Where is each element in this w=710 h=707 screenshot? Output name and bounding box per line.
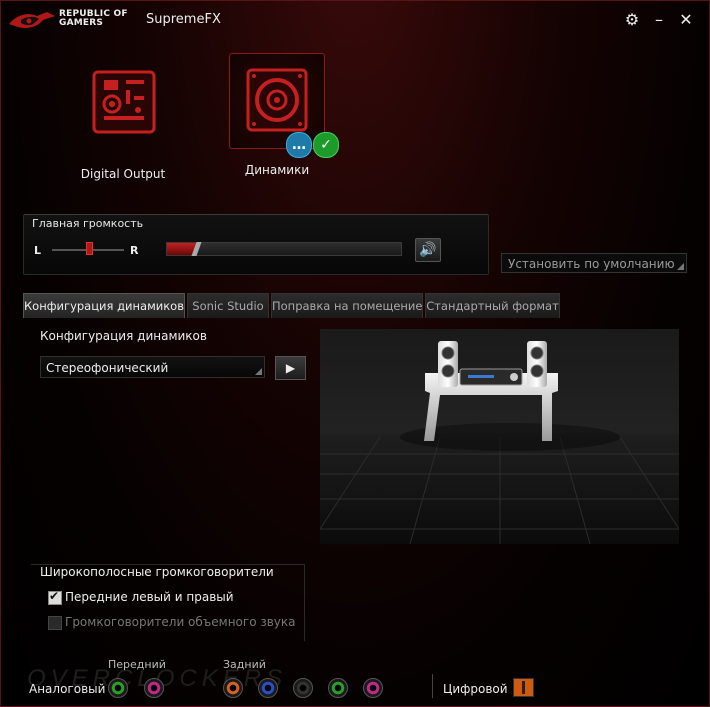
jack-front-pink[interactable] [144,678,164,698]
device-label: Digital Output [80,167,166,181]
digital-label: Цифровой [443,682,508,696]
settings-gear-icon[interactable]: ⚙ [623,11,641,29]
set-default-label: Установить по умолчанию [508,257,675,271]
jacks-divider [432,674,433,698]
rog-logo-icon [9,12,55,28]
tab-speaker-config[interactable]: Конфигурация динамиков [23,293,185,318]
tab-sonic-studio[interactable]: Sonic Studio [187,293,269,318]
jack-rear-orange[interactable] [223,678,243,698]
title-bar: REPUBLIC OF GAMERS SupremeFX ⚙ – ✕ [1,1,709,39]
device-icon-frame: … ✓ [229,53,339,158]
rear-jacks-label: Задний [223,658,266,671]
dropdown-arrow-icon [255,368,262,375]
speaker-config-value: Стереофонический [46,361,169,375]
speaker-preview [320,329,679,544]
surround-checkbox [48,616,62,630]
jack-rear-black[interactable] [293,678,313,698]
device-label: Динамики [244,163,310,177]
device-digital-output[interactable]: Digital Output [73,57,173,181]
chat-bubble-icon[interactable]: … [286,132,312,158]
digital-output-icon [92,70,156,134]
speaker-config-dropdown[interactable]: Стереофонический [40,356,265,378]
jack-rear-pink[interactable] [363,678,383,698]
master-volume-panel: Главная громкость L R 🔊 [23,214,489,275]
speaker-config-label: Конфигурация динамиков [40,329,207,343]
balance-right-label: R [130,244,139,257]
jack-front-green[interactable] [108,678,128,698]
front-jacks-label: Передний [108,658,166,671]
jack-rear-green[interactable] [328,678,348,698]
brand-line-2: GAMERS [59,18,104,28]
play-icon[interactable]: ▶ [275,356,306,380]
master-volume-title: Главная громкость [32,217,144,230]
speaker-volume-icon[interactable]: 🔊 [415,238,441,262]
volume-slider[interactable] [166,242,402,256]
spdif-port-icon[interactable] [513,678,534,697]
jack-rear-blue[interactable] [258,678,278,698]
supremefx-window: REPUBLIC OF GAMERS SupremeFX ⚙ – ✕ Digit… [0,0,710,707]
minimize-icon[interactable]: – [650,11,668,29]
set-default-button[interactable]: Установить по умолчанию [501,253,687,273]
device-icon-frame [75,57,171,153]
surround-label: Громкоговорители объемного звука [65,615,296,629]
tab-default-format[interactable]: Стандартный формат [425,293,560,318]
front-lr-checkbox[interactable] [48,589,62,605]
app-title: SupremeFX [146,12,221,27]
fullrange-speakers-title: Широкополосные громкоговорители [40,565,274,579]
balance-left-label: L [34,244,42,257]
device-speakers[interactable]: … ✓ Динамики [227,53,339,177]
tab-room-correction[interactable]: Поправка на помещение [271,293,423,318]
analog-label: Аналоговый [29,682,106,696]
front-lr-label[interactable]: Передние левый и правый [65,590,234,604]
checkmark-icon: ✓ [313,132,339,158]
speaker-icon [246,68,308,132]
corner-triangle-icon [677,263,684,270]
close-icon[interactable]: ✕ [677,11,695,29]
brand-text: REPUBLIC OF GAMERS [59,10,128,28]
balance-slider-thumb[interactable] [86,242,93,255]
speaker-preview-illustration [320,341,679,544]
